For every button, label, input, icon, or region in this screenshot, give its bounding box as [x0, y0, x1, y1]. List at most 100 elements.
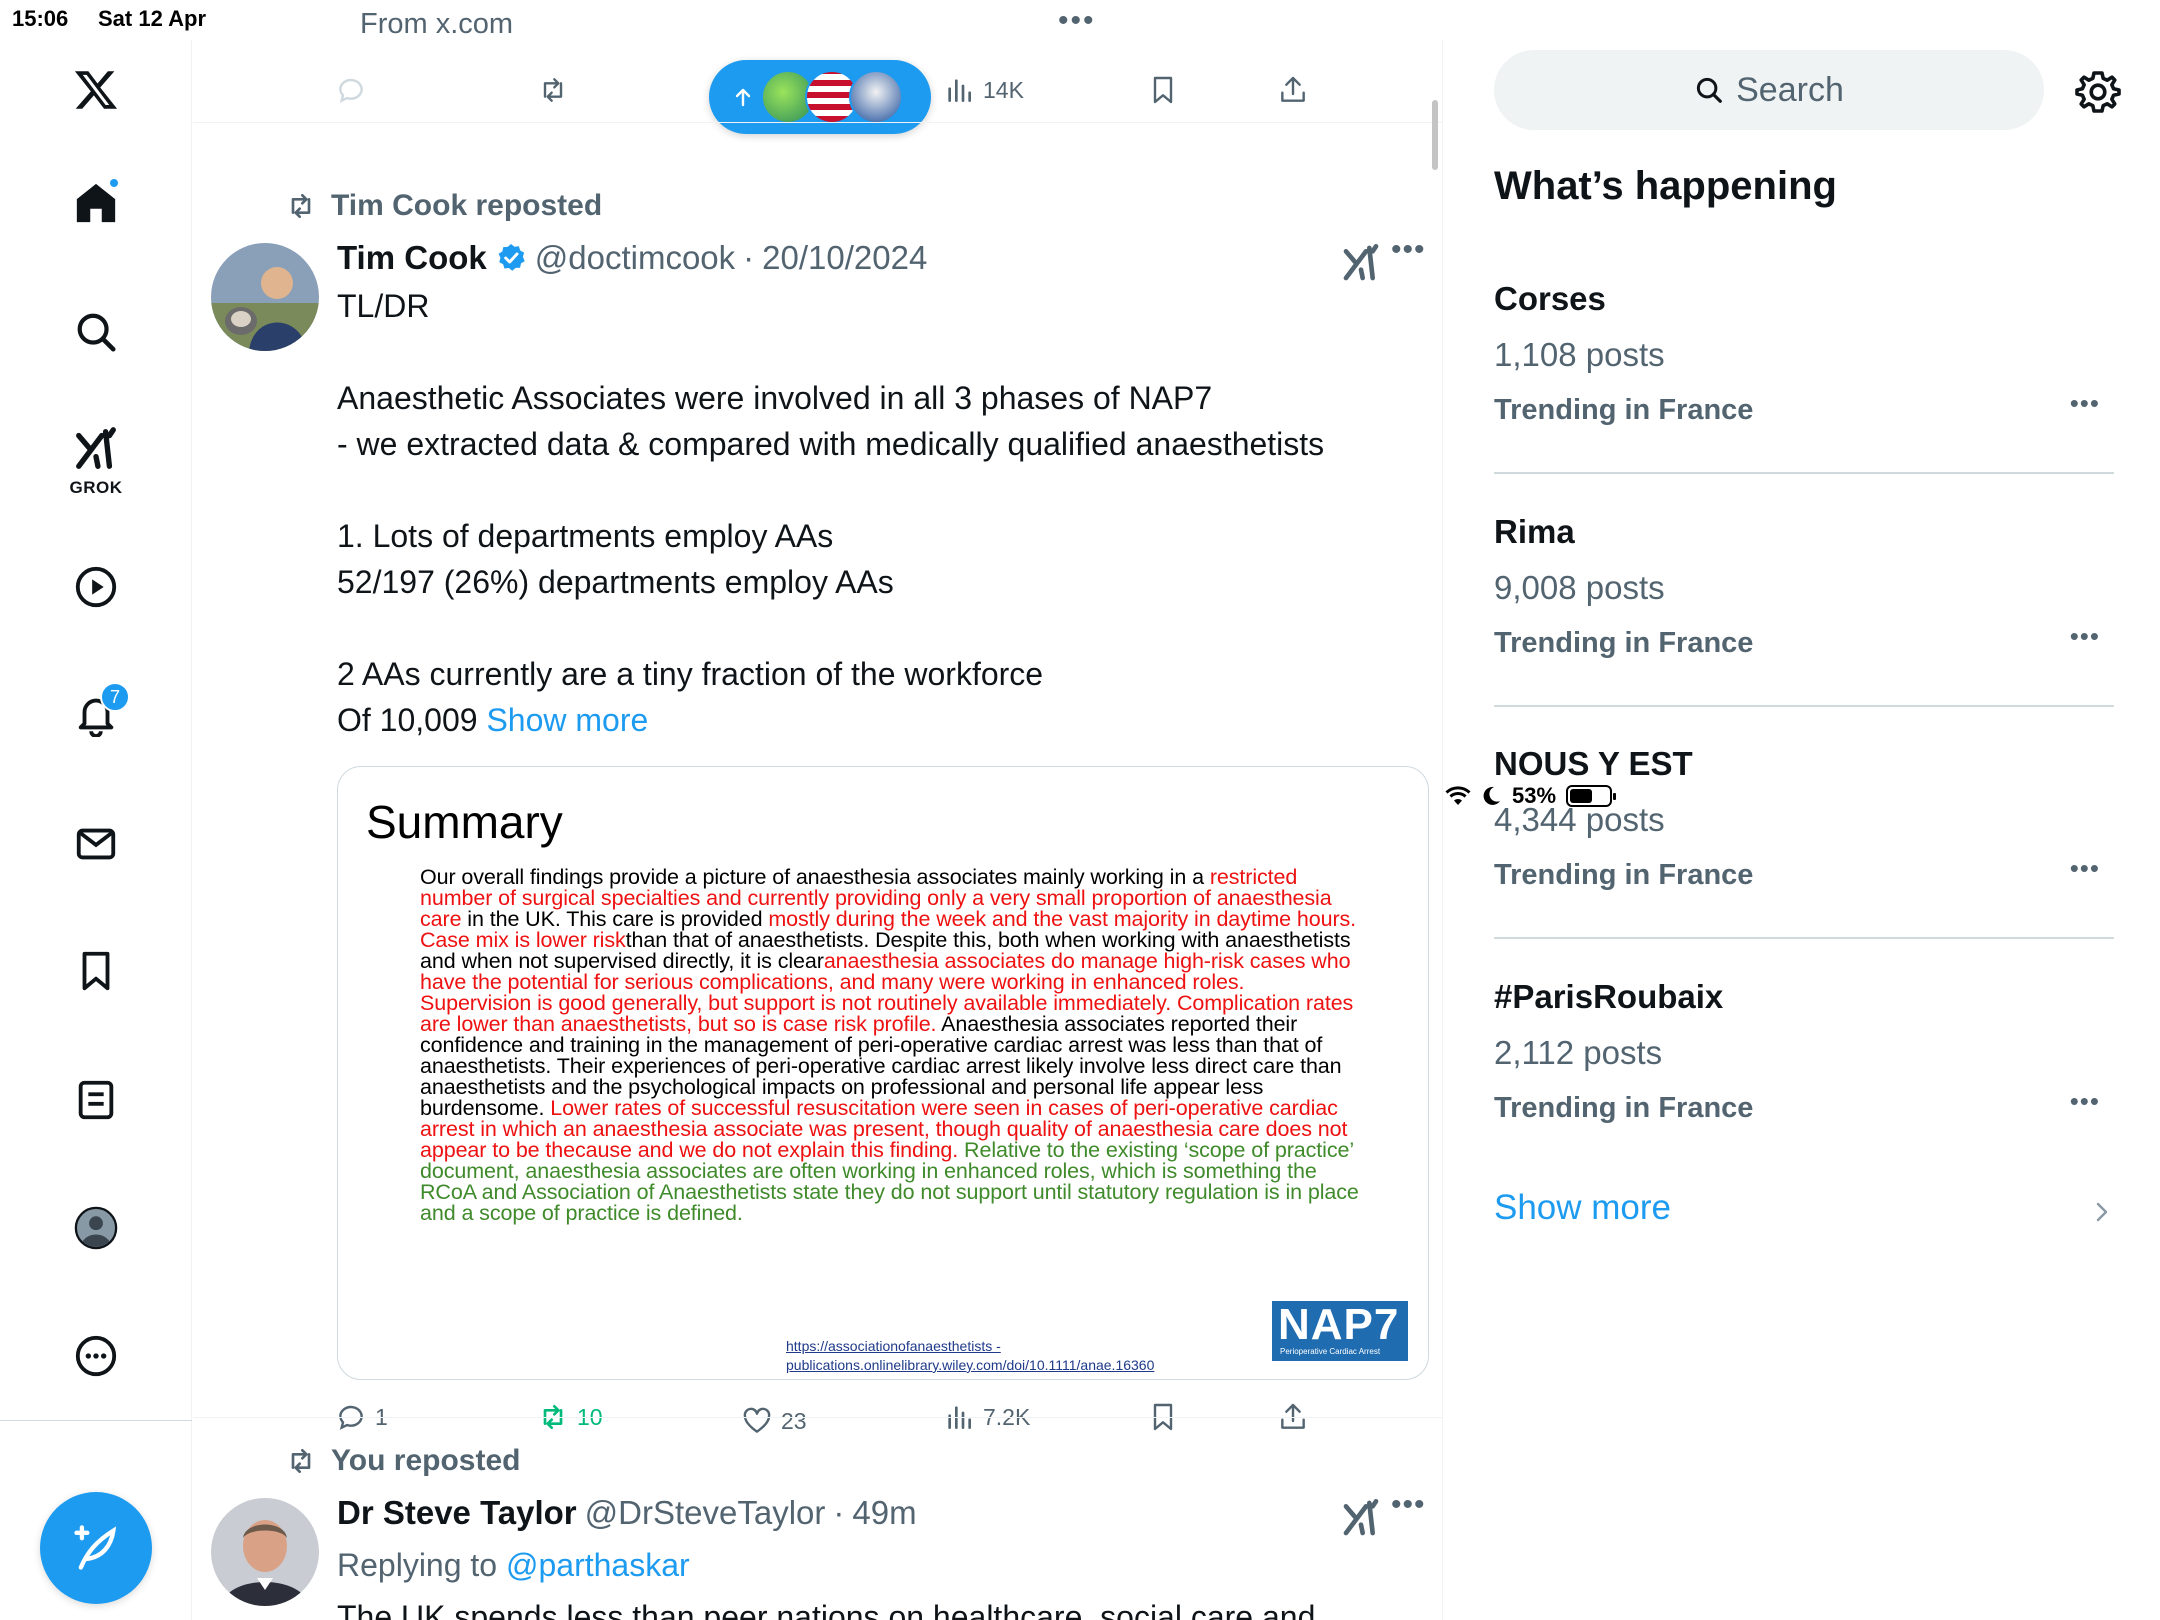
post-date[interactable]: 20/10/2024 — [762, 239, 927, 277]
nav-grok[interactable] — [56, 416, 136, 482]
x-logo-icon[interactable] — [56, 50, 136, 130]
nap7-logo-subtitle: Perioperative Cardiac Arrest — [1280, 1347, 1381, 1356]
views-chart-icon — [948, 79, 971, 102]
summary-image-card[interactable]: Summary Our overall findings provide a p… — [337, 766, 1429, 1380]
replying-to-handle[interactable]: @parthaskar — [506, 1547, 690, 1583]
trend-name: NOUS Y EST — [1494, 745, 1693, 782]
trend-post-count: 9,008 posts — [1494, 569, 1665, 606]
repost-icon — [543, 78, 563, 102]
new-post-avatar — [849, 70, 903, 124]
nap7-logo-text: NAP7 — [1278, 1300, 1400, 1349]
trend-post-count: 2,112 posts — [1494, 1034, 1663, 1071]
search-icon — [77, 313, 116, 352]
author-name[interactable]: Dr Steve Taylor — [337, 1494, 577, 1532]
views-button[interactable]: 14K — [943, 60, 1024, 120]
share-button[interactable] — [1277, 60, 1309, 120]
tweet-header: Dr Steve Taylor @DrSteveTaylor · 49m — [337, 1494, 917, 1532]
avatar-photo — [211, 243, 319, 351]
tweet[interactable]: Tim Cook reposted Tim Cook @doctimcook ·… — [193, 123, 1443, 1434]
nap7-logo: NAP7 Perioperative Cardiac Arrest — [1272, 1301, 1408, 1361]
avatar[interactable] — [211, 1498, 319, 1606]
bookmark-icon — [82, 951, 110, 991]
multitasking-dots-icon[interactable]: ••• — [1058, 4, 1096, 38]
trend-more-icon[interactable]: ••• — [2070, 621, 2100, 652]
summary-link-line: publications.onlinelibrary.wiley.com/doi… — [786, 1357, 1155, 1373]
nav-more[interactable] — [56, 1316, 136, 1396]
arrow-up-icon — [735, 88, 751, 107]
divider — [1494, 472, 2114, 474]
nav-messages[interactable] — [56, 804, 136, 884]
source-label: From x.com — [360, 8, 514, 40]
views-count: 14K — [983, 76, 1024, 103]
timeline: 14K Tim Cook reposted Tim Cook @doctimco… — [193, 40, 1443, 1620]
nav-video[interactable] — [56, 547, 136, 627]
trend-item[interactable]: #ParisRoubaix 2,112 posts Trending in Fr… — [1494, 978, 2114, 1210]
right-sidebar: Search What’s happening Corses 1,108 pos… — [1444, 40, 2160, 1620]
nav-home[interactable] — [56, 163, 136, 243]
left-nav: GROK 7 — [0, 40, 192, 1620]
repost-icon — [291, 1449, 311, 1473]
more-circle-icon — [75, 1335, 117, 1377]
divider — [1494, 705, 2114, 707]
whats-happening-title: What’s happening — [1494, 164, 1837, 208]
notifications-badge: 7 — [100, 682, 130, 712]
trend-name: #ParisRoubaix — [1494, 978, 1724, 1015]
search-input[interactable]: Search — [1494, 50, 2044, 130]
author-handle[interactable]: @DrSteveTaylor — [585, 1494, 826, 1532]
tweet-text: The UK spends less than peer nations on … — [337, 1599, 1316, 1620]
bookmark-button[interactable] — [1147, 60, 1179, 120]
compose-button[interactable] — [40, 1492, 152, 1604]
status-bar: 15:06 Sat 12 Apr From x.com ••• 53% — [0, 0, 2160, 808]
dot-separator: · — [833, 1494, 845, 1531]
play-icon — [75, 566, 117, 608]
more-options-icon[interactable]: ••• — [1391, 233, 1426, 267]
trend-item[interactable]: Corses 1,108 posts Trending in France ••… — [1494, 280, 2114, 512]
author-name[interactable]: Tim Cook — [337, 239, 487, 277]
trend-context: Trending in France — [1494, 394, 1754, 426]
trend-context: Trending in France — [1494, 859, 1754, 891]
reply-button[interactable] — [335, 60, 367, 120]
trends-show-more-link[interactable]: Show more — [1494, 1188, 1671, 1228]
nav-lists[interactable] — [56, 1060, 136, 1140]
nav-explore[interactable] — [56, 292, 136, 372]
dot-separator: · — [743, 239, 755, 276]
tweet-text: TL/DR Anaesthetic Associates were involv… — [337, 283, 1427, 743]
show-more-link[interactable]: Show more — [486, 702, 648, 738]
repost-indicator: Tim Cook reposted — [285, 189, 602, 223]
trend-more-icon[interactable]: ••• — [2070, 1086, 2100, 1117]
nav-bookmarks[interactable] — [56, 931, 136, 1011]
chevron-right-icon[interactable] — [2092, 1198, 2112, 1226]
share-icon — [1281, 76, 1305, 102]
home-new-dot — [108, 177, 120, 189]
nav-divider — [0, 1420, 192, 1421]
status-date: Sat 12 Apr — [98, 6, 207, 31]
summary-title: Summary — [366, 796, 563, 848]
status-time: 15:06 — [12, 6, 69, 31]
grok-icon — [76, 427, 116, 469]
post-time[interactable]: 49m — [852, 1494, 916, 1532]
divider — [1494, 937, 2114, 939]
tweet-text-content: TL/DR Anaesthetic Associates were involv… — [337, 288, 1325, 738]
mail-icon — [76, 828, 116, 860]
nav-profile[interactable] — [56, 1188, 136, 1268]
grok-explain-icon[interactable] — [1341, 243, 1381, 283]
trend-more-icon[interactable]: ••• — [2070, 853, 2100, 884]
summary-doi-link: https://associationofanaesthetists - pub… — [786, 1337, 1154, 1375]
grok-explain-icon[interactable] — [1341, 1498, 1381, 1538]
settings-gear-icon[interactable] — [2074, 68, 2122, 116]
trend-item[interactable]: NOUS Y EST 4,344 posts Trending in Franc… — [1494, 745, 2114, 977]
profile-avatar-icon — [74, 1206, 118, 1250]
trend-context: Trending in France — [1494, 1092, 1754, 1124]
trend-item[interactable]: Rima 9,008 posts Trending in France ••• — [1494, 513, 2114, 745]
repost-icon — [291, 194, 311, 218]
repost-label: Tim Cook reposted — [331, 189, 603, 222]
search-placeholder: Search — [1736, 70, 1844, 109]
nav-notifications[interactable]: 7 — [56, 674, 136, 754]
avatar[interactable] — [211, 243, 319, 351]
author-handle[interactable]: @doctimcook — [535, 239, 735, 277]
tweet[interactable]: You reposted Dr Steve Taylor @DrSteveTay… — [193, 1418, 1443, 1620]
trend-more-icon[interactable]: ••• — [2070, 388, 2100, 419]
repost-button[interactable] — [537, 60, 569, 120]
more-options-icon[interactable]: ••• — [1391, 1488, 1426, 1522]
trend-name: Rima — [1494, 513, 1575, 550]
